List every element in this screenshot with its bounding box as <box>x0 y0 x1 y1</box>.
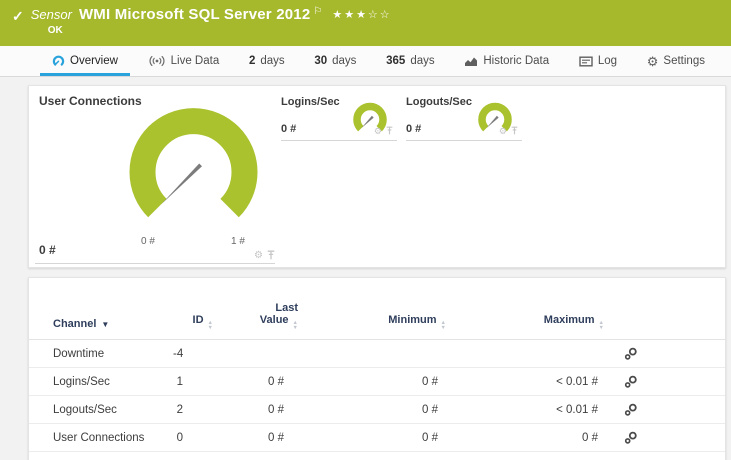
sensor-type-label: Sensor <box>30 7 72 22</box>
tab-live-data-label: Live Data <box>170 55 220 67</box>
column-header-last-value[interactable]: Last Value ▲ ▼ <box>213 302 298 330</box>
sort-desc-icon: ▼ <box>101 320 110 329</box>
channel-id: 2 <box>176 403 183 416</box>
flag-icon[interactable]: ⚐ <box>313 6 322 17</box>
tab-log-label: Log <box>597 55 618 67</box>
area-chart-icon <box>464 56 478 67</box>
tab-overview-label: Overview <box>70 55 118 67</box>
table-header-row: Channel ▼ ID ▲ ▼ Last Value ▲ ▼ Minimum ▲ ▼ Max… <box>29 278 725 340</box>
tab-2-days-label: days <box>260 55 285 67</box>
tab-2-days[interactable]: 2 days <box>237 46 297 76</box>
logouts-gauge-block: Logouts/Sec 0 # ⚙ <box>406 96 522 141</box>
main-gauge-value: 0 # <box>39 243 56 257</box>
table-row: Logouts/Sec 2 0 # 0 # < 0.01 # <box>29 396 725 424</box>
tab-settings-label: Settings <box>663 55 705 67</box>
sensor-status-bar: ✓ Sensor WMI Microsoft SQL Server 2012 ⚐… <box>0 0 731 46</box>
sensor-heading: Sensor WMI Microsoft SQL Server 2012 ⚐ ★… <box>31 6 392 36</box>
gauge-needle <box>486 115 499 129</box>
logins-gauge-value: 0 # <box>281 123 297 135</box>
tab-365-days-label: days <box>410 55 435 67</box>
column-header-id[interactable]: ID ▲ ▼ <box>173 314 213 330</box>
tab-overview[interactable]: Overview <box>40 46 130 76</box>
sensor-overview-page: ✓ Sensor WMI Microsoft SQL Server 2012 ⚐… <box>0 0 731 460</box>
channel-minimum: 0 # <box>422 431 438 444</box>
logouts-gauge-value: 0 # <box>406 123 422 135</box>
log-list-icon <box>579 56 593 67</box>
channel-id: 0 <box>176 431 183 444</box>
divider <box>35 263 275 264</box>
sensor-status-text: OK <box>47 25 63 36</box>
tab-historic-data[interactable]: Historic Data <box>452 46 561 76</box>
channels-table-panel: Channel ▼ ID ▲ ▼ Last Value ▲ ▼ Minimum ▲ ▼ Max… <box>28 277 726 460</box>
main-gauge-scale-min: 0 # <box>141 236 155 247</box>
channel-name: Logins/Sec <box>53 375 110 388</box>
channel-last-value: 0 # <box>268 431 284 444</box>
gauge-icon <box>52 55 65 68</box>
gear-icon[interactable]: ⚙ <box>254 251 263 261</box>
channel-maximum: 0 # <box>582 431 598 444</box>
channel-maximum: < 0.01 # <box>556 403 598 416</box>
table-row: User Connections 0 0 # 0 # 0 # <box>29 424 725 452</box>
logouts-gauge-title: Logouts/Sec <box>406 96 473 108</box>
gear-icon: ⚙ <box>646 53 659 69</box>
logins-gauge-block: Logins/Sec 0 # ⚙ <box>281 96 397 141</box>
tab-365-days[interactable]: 365 days <box>374 46 446 76</box>
pin-icon[interactable] <box>511 122 518 140</box>
channel-name: User Connections <box>53 431 145 444</box>
channel-name: Logouts/Sec <box>53 403 117 416</box>
table-row: Downtime -4 <box>29 340 725 368</box>
tab-30-days-number: 30 <box>314 55 328 67</box>
tab-settings[interactable]: ⚙ Settings <box>635 46 717 76</box>
channel-name: Downtime <box>53 347 105 360</box>
channel-settings-gears-icon[interactable] <box>604 347 725 360</box>
ok-check-icon: ✓ <box>12 8 24 24</box>
tab-30-days[interactable]: 30 days <box>302 46 368 76</box>
column-header-channel[interactable]: Channel ▼ <box>53 318 173 330</box>
sensor-title: WMI Microsoft SQL Server 2012 <box>78 6 311 23</box>
gear-icon[interactable]: ⚙ <box>499 126 507 136</box>
sort-icon: ▲ ▼ <box>598 320 604 331</box>
channel-maximum: < 0.01 # <box>556 375 598 388</box>
logins-gauge-title: Logins/Sec <box>281 96 340 108</box>
column-header-minimum[interactable]: Minimum ▲ ▼ <box>298 314 446 330</box>
channel-last-value: 0 # <box>268 375 284 388</box>
gauge-needle <box>361 115 374 129</box>
table-row: Logins/Sec 1 0 # 0 # < 0.01 # <box>29 368 725 396</box>
main-gauge-scale-max: 1 # <box>231 236 245 247</box>
broadcast-icon <box>148 55 166 67</box>
gauges-panel: User Connections 0 # 1 # 0 # ⚙ Logins/Se… <box>28 85 726 268</box>
channel-last-value: 0 # <box>268 403 284 416</box>
logouts-gauge-actions: ⚙ <box>499 122 518 140</box>
tab-30-days-label: days <box>332 55 357 67</box>
tab-bar: Overview Live Data 2 days 30 days 365 da… <box>0 46 731 77</box>
tab-365-days-number: 365 <box>386 55 406 67</box>
channel-settings-gears-icon[interactable] <box>604 431 725 444</box>
gear-icon[interactable]: ⚙ <box>374 126 382 136</box>
tab-live-data[interactable]: Live Data <box>136 46 232 76</box>
tab-historic-data-label: Historic Data <box>483 55 550 67</box>
pin-icon[interactable] <box>386 122 393 140</box>
channel-settings-gears-icon[interactable] <box>604 403 725 416</box>
channel-id: -4 <box>173 347 184 360</box>
channel-id: 1 <box>176 375 183 388</box>
priority-stars[interactable]: ★★★☆☆ <box>332 8 391 21</box>
tab-log[interactable]: Log <box>567 46 629 76</box>
tab-2-days-number: 2 <box>248 55 256 67</box>
channel-minimum: 0 # <box>422 403 438 416</box>
logins-gauge-actions: ⚙ <box>374 122 393 140</box>
channel-settings-gears-icon[interactable] <box>604 375 725 388</box>
column-header-maximum[interactable]: Maximum ▲ ▼ <box>446 314 604 330</box>
user-connections-gauge <box>129 108 258 218</box>
gauge-needle <box>161 163 202 205</box>
channel-minimum: 0 # <box>422 375 438 388</box>
